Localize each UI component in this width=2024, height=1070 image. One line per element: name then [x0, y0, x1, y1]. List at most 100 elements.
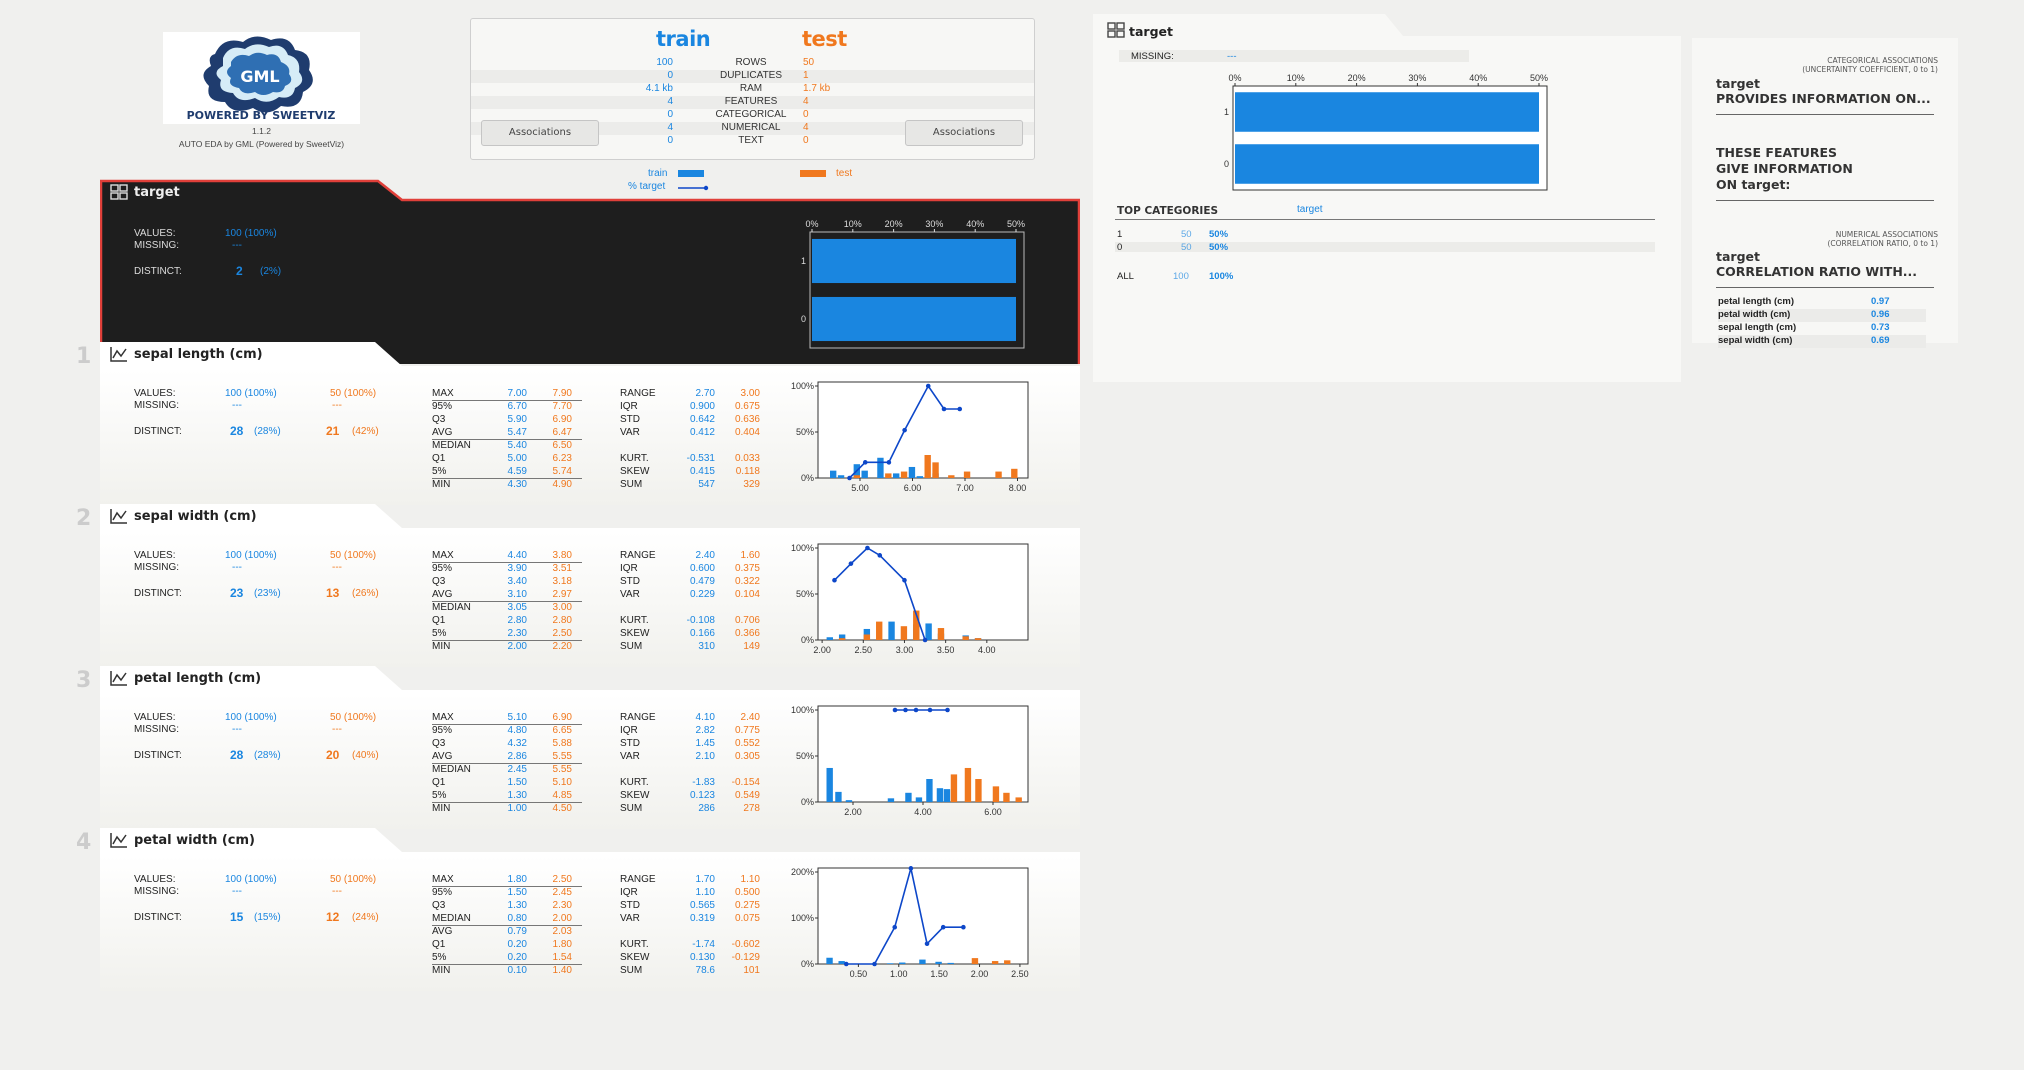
test-bar — [876, 621, 883, 640]
stat-test: 5.55 — [552, 751, 572, 762]
stat-train: 2.30 — [507, 628, 527, 639]
distinct-test: 12 — [326, 910, 340, 924]
feature-card[interactable]: 1 sepal length (cm) VALUES: 100 (100%) 50 (1… — [76, 340, 1080, 505]
stat-label: 95% — [432, 563, 453, 574]
stat-test: 329 — [743, 479, 760, 490]
num-assoc-feature: target — [1716, 249, 1760, 264]
stat-test: -0.129 — [731, 952, 760, 963]
test-bar — [924, 455, 931, 478]
stat-row: KURT. -1.83 -0.154 — [620, 777, 770, 790]
train-bar — [905, 792, 912, 802]
feature-card[interactable]: 3 petal length (cm) VALUES: 100 (100%) 50 (1… — [76, 664, 1080, 829]
tick-label: 20% — [1348, 73, 1366, 83]
stat-test: 1.60 — [740, 550, 760, 561]
stat-label: AVG — [432, 589, 453, 600]
test-bar — [950, 774, 958, 802]
missing-test: --- — [332, 562, 342, 573]
stat-row: MEDIAN 2.45 5.55 — [432, 764, 582, 777]
stat-train: 7.00 — [507, 388, 527, 399]
feature-title[interactable]: petal length (cm) — [134, 671, 261, 686]
stat-label: 5% — [432, 628, 447, 639]
target-point — [945, 707, 950, 713]
stat-label: 5% — [432, 952, 447, 963]
stat-row: SKEW 0.415 0.118 — [620, 466, 770, 479]
divider — [1716, 114, 1934, 115]
stat-row: Q3 1.30 2.30 — [432, 900, 582, 913]
x-tick-label: 6.00 — [904, 483, 922, 493]
feature-card[interactable]: 2 sepal width (cm) VALUES: 100 (100%) 50 (10… — [76, 502, 1080, 667]
tick-label: 0% — [805, 219, 818, 229]
stat-label: MAX — [432, 712, 454, 723]
stat-row: 95% 4.80 6.65 — [432, 725, 582, 738]
stat-test: 0.552 — [734, 738, 760, 749]
feature-number: 2 — [76, 506, 92, 531]
summary-train-value: 0 — [667, 109, 673, 120]
histogram-chart: 100% 50% 0% 2.00 4.00 6.00 — [791, 705, 1029, 817]
tick-label: 20% — [885, 219, 903, 229]
stat-train: 2.00 — [507, 641, 527, 652]
stat-test: 3.18 — [552, 576, 572, 587]
stat-train: 5.10 — [507, 712, 527, 723]
target-feature-card[interactable]: target VALUES: 100 (100%) MISSING: --- D… — [100, 178, 1080, 364]
stat-row: VAR 0.319 0.075 — [620, 913, 770, 926]
stat-label: 5% — [432, 466, 447, 477]
category-name: 0 — [1117, 242, 1123, 253]
values-value: 100 (100%) — [225, 228, 277, 239]
feature-card[interactable]: 4 petal width (cm) VALUES: 100 (100%) 50 (10… — [76, 826, 1080, 991]
stat-test: 2.50 — [552, 628, 572, 639]
stat-label: IQR — [620, 725, 638, 736]
stat-label: KURT. — [620, 615, 649, 626]
feature-title[interactable]: sepal length (cm) — [134, 347, 263, 362]
give-line-3: ON target: — [1716, 177, 1791, 192]
distinct-test: 13 — [326, 586, 340, 600]
give-line-1: THESE FEATURES — [1716, 145, 1838, 160]
stat-label: 5% — [432, 790, 447, 801]
stat-row: VAR 2.10 0.305 — [620, 751, 770, 764]
target-point — [924, 941, 930, 947]
summary-test-value: 0 — [803, 135, 809, 146]
stat-test: 3.80 — [552, 550, 572, 561]
stat-train: 3.10 — [507, 589, 527, 600]
target-point — [922, 637, 928, 643]
stat-test: 0.104 — [734, 589, 760, 600]
stat-label: MEDIAN — [432, 602, 471, 613]
stat-test: 6.50 — [552, 440, 572, 451]
associations-button-train[interactable]: Associations — [481, 120, 599, 146]
stat-row: RANGE 2.70 3.00 — [620, 388, 770, 401]
distinct-train-pct: (15%) — [254, 912, 281, 923]
detail-title: target — [1129, 24, 1173, 39]
stat-row: MEDIAN 5.40 6.50 — [432, 440, 582, 453]
x-tick-label: 2.00 — [844, 807, 862, 817]
feature-title[interactable]: petal width (cm) — [134, 833, 255, 848]
stat-label: AVG — [432, 926, 453, 937]
stat-train: 0.565 — [689, 900, 715, 911]
train-bar — [936, 788, 944, 802]
feature-title[interactable]: sepal width (cm) — [134, 509, 257, 524]
stat-test: 4.50 — [552, 803, 572, 814]
stat-train: 4.80 — [507, 725, 527, 736]
stat-label: MIN — [432, 965, 451, 976]
stat-label: STD — [620, 900, 640, 911]
stat-row: IQR 2.82 0.775 — [620, 725, 770, 738]
associations-button-test[interactable]: Associations — [905, 120, 1023, 146]
stat-train: 5.90 — [507, 414, 527, 425]
summary-label: NUMERICAL — [721, 122, 781, 133]
target-point — [925, 383, 931, 389]
train-bar — [899, 962, 906, 964]
tick-label: 0% — [1228, 73, 1241, 83]
stat-train: 1.10 — [695, 887, 715, 898]
stat-label: MAX — [432, 550, 454, 561]
stat-row: SKEW 0.166 0.366 — [620, 628, 770, 641]
stat-label: 95% — [432, 725, 453, 736]
category-label: 0 — [801, 314, 806, 324]
feature-number: 4 — [76, 830, 92, 855]
stat-row: IQR 1.10 0.500 — [620, 887, 770, 900]
tick-label: 10% — [844, 219, 862, 229]
cat-assoc-feature: target — [1716, 76, 1760, 91]
grid-icon — [110, 184, 128, 200]
stat-train: 310 — [698, 641, 715, 652]
stat-test: 3.00 — [740, 388, 760, 399]
category-count: 50 — [1181, 229, 1192, 240]
x-tick-label: 3.50 — [937, 645, 955, 655]
stat-row: Q1 0.20 1.80 — [432, 939, 582, 952]
